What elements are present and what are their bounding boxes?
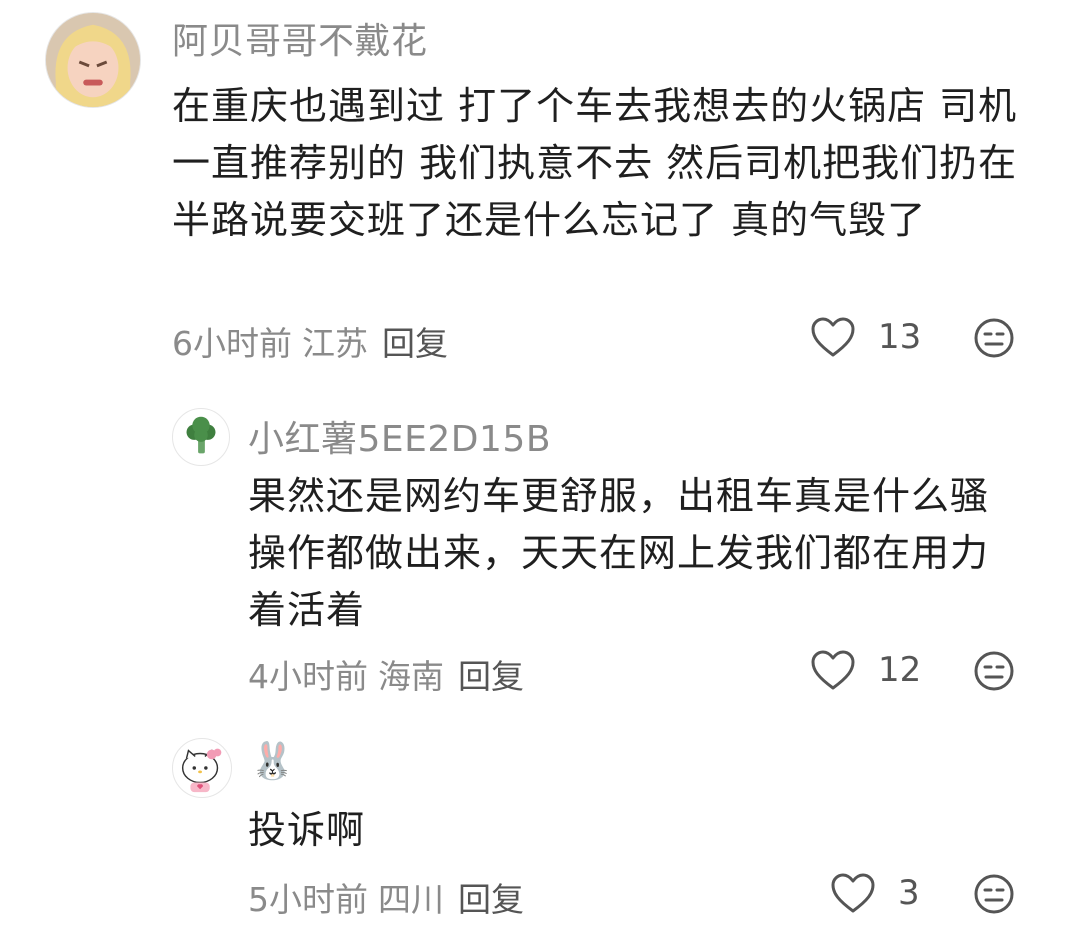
user-avatar[interactable] bbox=[172, 408, 230, 466]
reply-comment-item: 小红薯5EE2D15B 果然还是网约车更舒服，出租车真是什么骚操作都做出来，天天… bbox=[0, 390, 1080, 710]
comment-time: 5小时前 bbox=[248, 880, 368, 919]
username[interactable]: 🐰 bbox=[250, 740, 295, 782]
emoji-reaction-button[interactable] bbox=[973, 317, 1015, 359]
comment-location: 四川 bbox=[378, 880, 444, 919]
comment-text: 在重庆也遇到过 打了个车去我想去的火锅店 司机一直推荐别的 我们执意不去 然后司… bbox=[172, 84, 1018, 242]
comment-meta: 6小时前 江苏 回复 bbox=[172, 317, 448, 365]
heart-icon bbox=[831, 873, 875, 913]
reply-button[interactable]: 回复 bbox=[458, 657, 524, 696]
comment-text: 果然还是网约车更舒服，出租车真是什么骚操作都做出来，天天在网上发我们都在用力着活… bbox=[248, 474, 990, 632]
username[interactable]: 阿贝哥哥不戴花 bbox=[172, 12, 428, 64]
emoji-reaction-button[interactable] bbox=[973, 873, 1015, 915]
user-avatar[interactable] bbox=[172, 738, 232, 798]
girl-photo-avatar-icon bbox=[46, 13, 140, 107]
like-button[interactable]: 13 bbox=[810, 316, 921, 358]
user-avatar[interactable] bbox=[45, 12, 141, 108]
like-count: 13 bbox=[878, 317, 922, 357]
neutral-face-icon bbox=[974, 651, 1014, 691]
comment-meta: 4小时前 海南 回复 bbox=[248, 650, 524, 698]
comment-time: 6小时前 bbox=[172, 324, 292, 363]
broccoli-avatar-icon bbox=[186, 416, 216, 454]
like-button[interactable]: 3 bbox=[830, 872, 920, 914]
neutral-face-icon bbox=[974, 874, 1014, 914]
reply-button[interactable]: 回复 bbox=[458, 880, 524, 919]
comment-meta: 5小时前 四川 回复 bbox=[248, 873, 524, 921]
like-count: 3 bbox=[898, 873, 920, 913]
heart-icon bbox=[811, 650, 855, 690]
comment-item: 阿贝哥哥不戴花 在重庆也遇到过 打了个车去我想去的火锅店 司机一直推荐别的 我们… bbox=[0, 0, 1080, 380]
neutral-face-icon bbox=[974, 318, 1014, 358]
username[interactable]: 小红薯5EE2D15B bbox=[248, 410, 551, 462]
emoji-reaction-button[interactable] bbox=[973, 650, 1015, 692]
heart-icon bbox=[811, 317, 855, 357]
comment-location: 海南 bbox=[378, 657, 444, 696]
reply-comment-item: 🐰 投诉啊 5小时前 四川 回复 3 bbox=[0, 730, 1080, 930]
comment-text: 投诉啊 bbox=[248, 808, 366, 852]
hello-kitty-avatar-icon bbox=[181, 748, 222, 793]
like-count: 12 bbox=[878, 650, 922, 690]
comment-time: 4小时前 bbox=[248, 657, 368, 696]
like-button[interactable]: 12 bbox=[810, 649, 921, 691]
reply-button[interactable]: 回复 bbox=[382, 324, 448, 363]
comment-location: 江苏 bbox=[302, 324, 368, 363]
